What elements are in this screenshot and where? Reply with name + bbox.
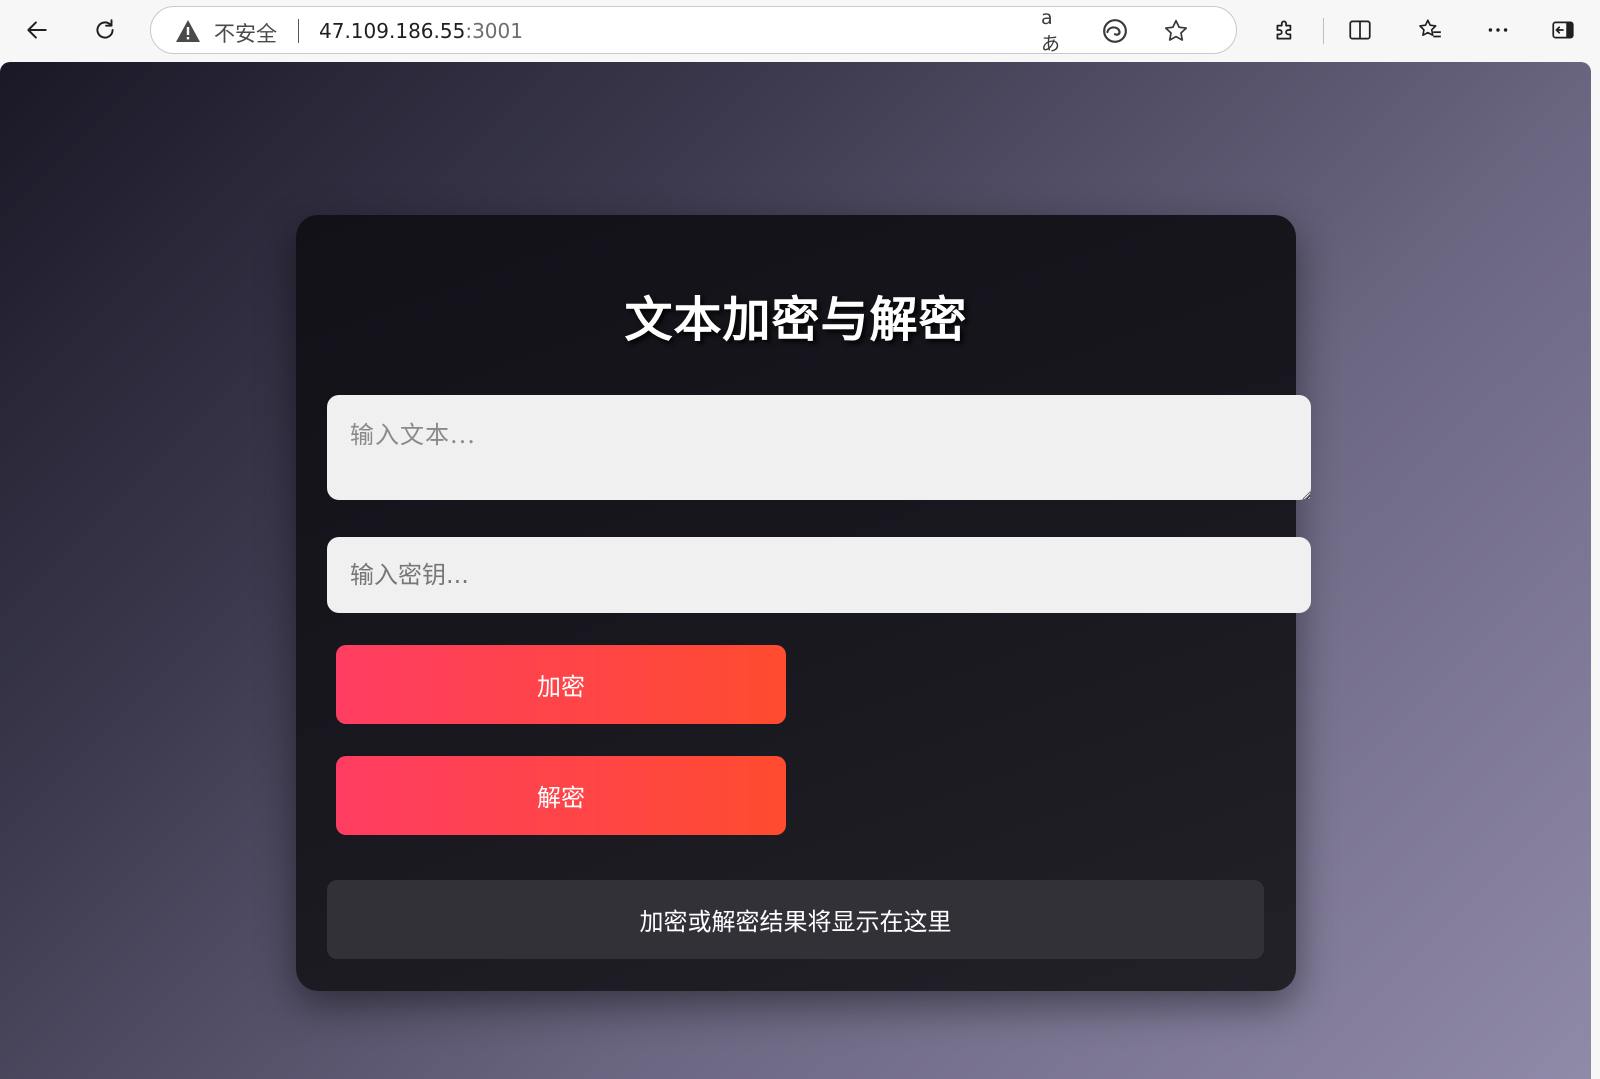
sidebar-toggle-button[interactable] bbox=[1543, 12, 1583, 48]
edge-logo-icon bbox=[1103, 19, 1127, 43]
url-text[interactable]: 47.109.186.55:3001 bbox=[319, 19, 523, 43]
text-input[interactable] bbox=[327, 395, 1311, 500]
browser-toolbar: 不安全 47.109.186.55:3001 aあ bbox=[0, 0, 1600, 62]
split-screen-button[interactable] bbox=[1340, 12, 1380, 48]
toolbar-separator bbox=[1323, 18, 1324, 44]
decrypt-button[interactable]: 解密 bbox=[336, 756, 786, 835]
more-dots-icon bbox=[1488, 28, 1508, 32]
window-edge bbox=[1591, 62, 1600, 1079]
favorite-star-icon[interactable] bbox=[1162, 17, 1190, 45]
url-port: :3001 bbox=[465, 19, 523, 43]
url-host: 47.109.186.55 bbox=[319, 19, 466, 43]
result-output: 加密或解密结果将显示在这里 bbox=[327, 880, 1264, 959]
puzzle-icon bbox=[1276, 20, 1292, 40]
address-separator bbox=[298, 19, 299, 43]
page-title: 文本加密与解密 bbox=[624, 292, 968, 348]
star-outline-icon bbox=[1164, 19, 1188, 41]
key-input[interactable] bbox=[327, 537, 1311, 613]
crypto-card: 文本加密与解密 加密 解密 加密或解密结果将显示在这里 bbox=[296, 215, 1311, 991]
back-button[interactable] bbox=[17, 12, 57, 48]
not-secure-label[interactable]: 不安全 bbox=[214, 18, 277, 48]
split-screen-icon bbox=[1349, 20, 1371, 40]
page-viewport: 文本加密与解密 加密 解密 加密或解密结果将显示在这里 bbox=[0, 62, 1591, 1079]
edge-icon[interactable] bbox=[1101, 17, 1129, 45]
favorites-list-icon bbox=[1419, 19, 1441, 38]
more-options-button[interactable] bbox=[1478, 12, 1518, 48]
sidebar-panel-icon bbox=[1552, 21, 1574, 39]
extensions-button[interactable] bbox=[1265, 12, 1305, 48]
back-arrow-icon bbox=[27, 21, 47, 39]
warning-icon[interactable] bbox=[175, 19, 201, 43]
refresh-button[interactable] bbox=[85, 12, 125, 48]
favorites-button[interactable] bbox=[1410, 12, 1450, 48]
refresh-icon bbox=[96, 19, 114, 39]
encrypt-button[interactable]: 加密 bbox=[336, 645, 786, 724]
read-aloud-icon[interactable]: aあ bbox=[1041, 7, 1069, 55]
address-bar[interactable]: 不安全 47.109.186.55:3001 aあ bbox=[150, 6, 1237, 55]
